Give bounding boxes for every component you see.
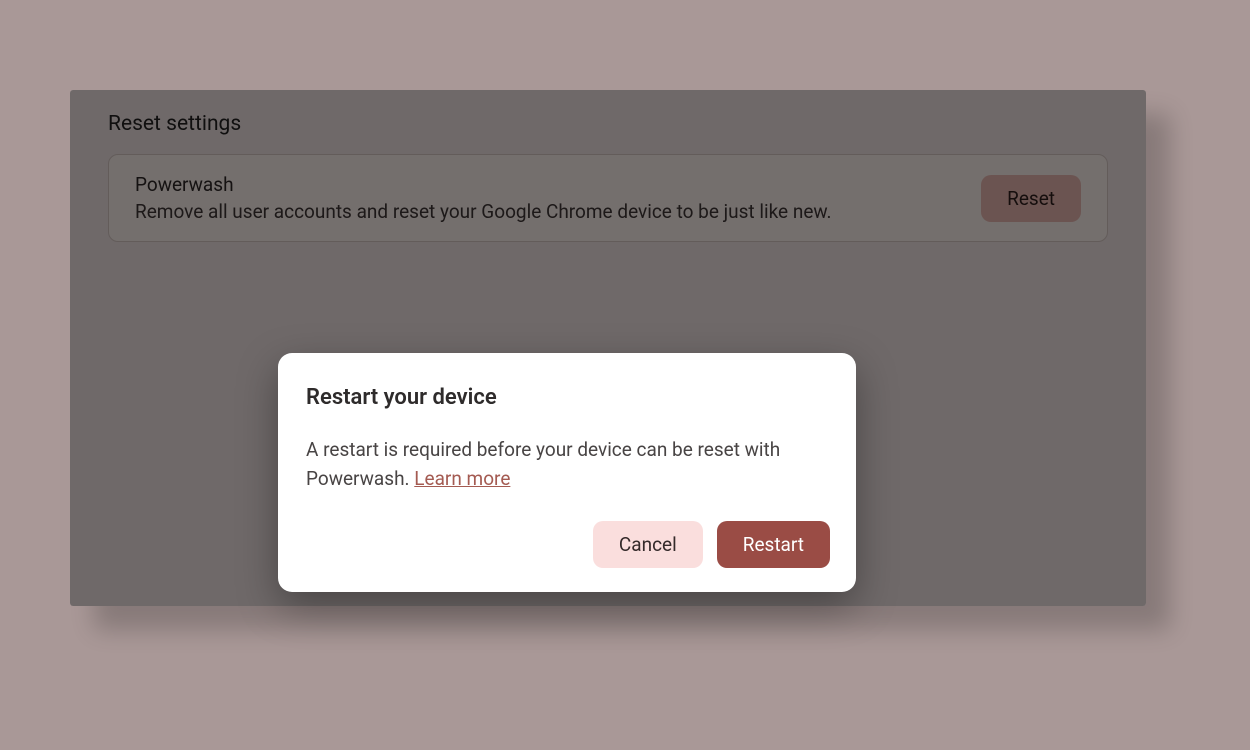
- dialog-body-text: A restart is required before your device…: [306, 438, 780, 490]
- restart-button[interactable]: Restart: [717, 521, 830, 568]
- dialog-actions: Cancel Restart: [306, 521, 830, 568]
- restart-dialog: Restart your device A restart is require…: [278, 353, 856, 592]
- cancel-button[interactable]: Cancel: [593, 521, 703, 568]
- dialog-title: Restart your device: [306, 385, 830, 410]
- learn-more-link[interactable]: Learn more: [414, 467, 510, 490]
- dialog-body: A restart is required before your device…: [306, 436, 830, 493]
